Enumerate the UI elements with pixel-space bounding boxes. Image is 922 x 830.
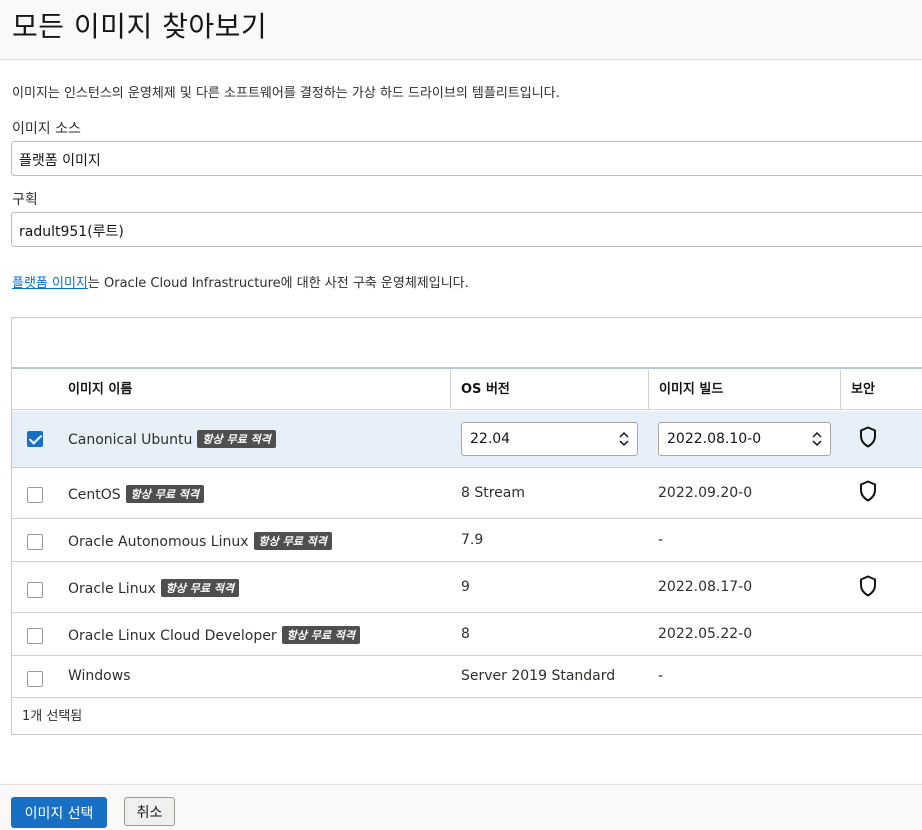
column-header-security: 보안 xyxy=(840,370,922,410)
image-name: Oracle Autonomous Linux xyxy=(68,534,249,550)
shield-icon xyxy=(860,480,876,502)
image-source-label: 이미지 소스 xyxy=(12,121,81,137)
image-name-cell: Oracle Linux 항상 무료 적격 xyxy=(68,579,240,597)
os-version-text: Server 2019 Standard xyxy=(461,668,616,684)
always-free-badge: 항상 무료 적격 xyxy=(281,626,361,644)
table-row[interactable]: Canonical Ubuntu 항상 무료 적격 22.04 2022.08.1… xyxy=(12,411,922,468)
os-version-text: 7.9 xyxy=(461,532,484,548)
footer: 이미지 선택 취소 xyxy=(0,784,922,830)
platform-description: 플랫폼 이미지는 Oracle Cloud Infrastructure에 대한… xyxy=(12,272,469,291)
image-name: Oracle Linux xyxy=(68,581,156,597)
row-checkbox[interactable] xyxy=(27,671,43,687)
select-image-button[interactable]: 이미지 선택 xyxy=(11,797,107,828)
chevron-updown-icon xyxy=(812,431,822,447)
build-text: 2022.08.17-0 xyxy=(658,579,753,595)
page-title: 모든 이미지 찾아보기 xyxy=(12,10,268,43)
always-free-badge: 항상 무료 적격 xyxy=(125,485,205,503)
panel-body: 이미지는 인스턴스의 운영체제 및 다른 소프트웨어를 결정하는 가상 하드 드… xyxy=(0,61,922,783)
os-version-text: 8 Stream xyxy=(461,485,526,501)
compartment-select[interactable]: radult951(루트) xyxy=(11,212,922,247)
image-name-cell: Oracle Linux Cloud Developer 항상 무료 적격 xyxy=(68,626,361,644)
table-toolbar xyxy=(12,318,922,369)
shield-icon xyxy=(860,426,876,448)
build-select[interactable]: 2022.08.10-0 xyxy=(658,422,831,456)
os-version-select[interactable]: 22.04 xyxy=(461,422,638,456)
row-checkbox[interactable] xyxy=(27,628,43,644)
build-text: 2022.05.22-0 xyxy=(658,626,753,642)
column-header-name[interactable]: 이미지 이름 xyxy=(58,370,450,410)
images-table: 이미지 이름 OS 버전 이미지 빌드 보안 Canonical Ubuntu 항… xyxy=(11,317,922,735)
always-free-badge: 항상 무료 적격 xyxy=(197,430,276,448)
build-value: 2022.08.10-0 xyxy=(667,431,762,447)
platform-images-link[interactable]: 플랫폼 이미지 xyxy=(12,276,88,291)
shield-icon xyxy=(860,575,876,597)
chevron-updown-icon xyxy=(619,431,629,447)
compartment-label: 구획 xyxy=(12,192,38,208)
table-row[interactable]: Oracle Linux Cloud Developer 항상 무료 적격 8 2… xyxy=(12,614,922,656)
platform-description-text: 는 Oracle Cloud Infrastructure에 대한 사전 구축 … xyxy=(87,276,469,291)
column-header-os-version[interactable]: OS 버전 xyxy=(450,370,648,410)
image-name: Windows xyxy=(68,668,131,684)
intro-text: 이미지는 인스턴스의 운영체제 및 다른 소프트웨어를 결정하는 가상 하드 드… xyxy=(12,86,560,101)
build-text: - xyxy=(658,532,664,548)
image-name-cell: Oracle Autonomous Linux 항상 무료 적격 xyxy=(68,532,332,550)
build-text: - xyxy=(658,668,664,684)
table-row[interactable]: Windows Server 2019 Standard - xyxy=(12,657,922,698)
image-name-cell: Canonical Ubuntu 항상 무료 적격 xyxy=(68,430,276,448)
table-row[interactable]: Oracle Linux 항상 무료 적격 9 2022.08.17-0 xyxy=(12,563,922,613)
table-header: 이미지 이름 OS 버전 이미지 빌드 보안 xyxy=(12,370,922,410)
row-checkbox[interactable] xyxy=(27,487,43,503)
image-name: Canonical Ubuntu xyxy=(68,432,193,448)
image-name: Oracle Linux Cloud Developer xyxy=(68,628,277,644)
image-source-value: 플랫폼 이미지 xyxy=(19,153,101,169)
image-name-cell: CentOS 항상 무료 적격 xyxy=(68,485,205,503)
table-row[interactable]: Oracle Autonomous Linux 항상 무료 적격 7.9 - xyxy=(12,520,922,562)
cancel-button[interactable]: 취소 xyxy=(124,797,175,826)
selected-count: 1개 선택됨 xyxy=(22,709,83,724)
row-checkbox[interactable] xyxy=(27,431,43,447)
row-checkbox[interactable] xyxy=(27,582,43,598)
row-checkbox[interactable] xyxy=(27,534,43,550)
image-source-select[interactable]: 플랫폼 이미지 xyxy=(11,141,922,176)
build-text: 2022.09.20-0 xyxy=(658,485,753,501)
image-name: CentOS xyxy=(68,487,121,503)
os-version-value: 22.04 xyxy=(470,431,511,447)
column-header-build[interactable]: 이미지 빌드 xyxy=(648,370,840,410)
table-row[interactable]: CentOS 항상 무료 적격 8 Stream 2022.09.20-0 xyxy=(12,469,922,519)
os-version-text: 8 xyxy=(461,626,470,642)
header: 모든 이미지 찾아보기 xyxy=(0,0,922,60)
always-free-badge: 항상 무료 적격 xyxy=(253,532,332,550)
compartment-value: radult951(루트) xyxy=(19,224,124,240)
always-free-badge: 항상 무료 적격 xyxy=(160,579,240,597)
os-version-text: 9 xyxy=(461,579,470,595)
